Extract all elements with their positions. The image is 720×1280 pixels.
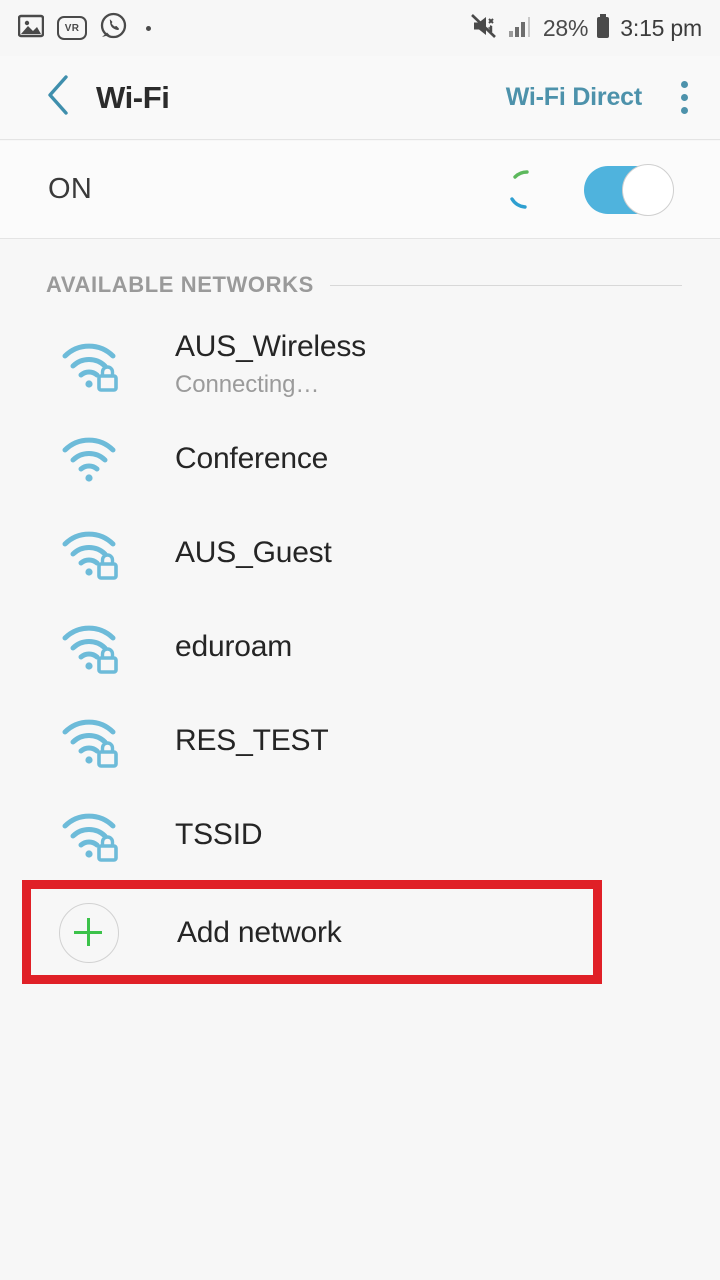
- network-row-aus-guest[interactable]: AUS_Guest: [0, 506, 720, 600]
- image-icon: [17, 14, 45, 43]
- scanning-spinner-icon: [498, 163, 552, 217]
- network-ssid: TSSID: [175, 818, 263, 852]
- overflow-dot-1: [680, 81, 688, 88]
- overflow-dot-2: [680, 94, 688, 101]
- network-text: AUS_Wireless Connecting…: [175, 331, 366, 399]
- back-button[interactable]: [26, 74, 90, 121]
- available-networks-header: AVAILABLE NETWORKS: [0, 272, 720, 298]
- network-text: TSSID: [175, 818, 263, 852]
- network-text: AUS_Guest: [175, 537, 332, 569]
- wifi-signal-lock-icon: [0, 336, 175, 394]
- status-bar-left-icons: VR: [17, 12, 151, 44]
- battery-icon: [595, 13, 611, 44]
- vr-icon: VR: [57, 16, 87, 40]
- network-ssid: Conference: [175, 442, 329, 476]
- wifi-signal-lock-icon: [0, 524, 175, 582]
- wifi-toggle-row[interactable]: ON: [0, 141, 720, 239]
- network-text: eduroam: [175, 631, 292, 663]
- overflow-dot-3: [680, 107, 688, 114]
- overflow-menu-icon[interactable]: [656, 81, 712, 114]
- wifi-direct-button[interactable]: Wi-Fi Direct: [506, 83, 642, 112]
- network-text: Conference: [175, 443, 328, 475]
- plus-circle-icon: [59, 903, 119, 963]
- network-row-res-test[interactable]: RES_TEST: [0, 694, 720, 788]
- wifi-signal-lock-icon: [0, 806, 175, 864]
- mute-icon: [470, 13, 501, 44]
- network-list: AUS_Wireless Connecting… Conference AUS_…: [0, 318, 720, 882]
- network-text: RES_TEST: [175, 724, 329, 758]
- wifi-state-label: ON: [48, 173, 93, 205]
- network-ssid: eduroam: [175, 630, 293, 664]
- add-network-label: Add network: [177, 916, 342, 949]
- network-status: Connecting…: [175, 370, 320, 398]
- cellular-signal-icon: [508, 14, 536, 43]
- wifi-signal-lock-icon: [0, 712, 175, 770]
- network-row-tssid[interactable]: TSSID: [0, 788, 720, 882]
- status-bar-right-icons: 28% 3:15 pm: [470, 13, 702, 44]
- network-ssid: AUS_Guest: [175, 536, 332, 570]
- add-network-row[interactable]: Add network: [0, 886, 720, 980]
- section-divider: [329, 284, 682, 286]
- network-row-eduroam[interactable]: eduroam: [0, 600, 720, 694]
- wifi-signal-lock-icon: [0, 618, 175, 676]
- page-title: Wi-Fi: [96, 79, 170, 115]
- battery-percent-label: 28%: [542, 14, 589, 41]
- back-chevron-icon: [45, 74, 71, 121]
- network-row-aus-wireless[interactable]: AUS_Wireless Connecting…: [0, 318, 720, 412]
- network-ssid: AUS_Wireless: [175, 330, 366, 364]
- network-ssid: RES_TEST: [175, 724, 329, 758]
- wifi-toggle-controls: [498, 163, 674, 217]
- status-bar-clock: 3:15 pm: [620, 14, 702, 41]
- more-notifications-dot: [146, 25, 151, 31]
- wifi-switch-knob: [622, 163, 674, 216]
- whatsapp-icon: [100, 12, 127, 44]
- section-title: AVAILABLE NETWORKS: [46, 272, 314, 297]
- network-row-conference[interactable]: Conference: [0, 412, 720, 506]
- wifi-switch[interactable]: [584, 163, 674, 216]
- wifi-signal-open-icon: [0, 430, 175, 488]
- status-bar: VR 28% 3:15 pm: [0, 0, 720, 56]
- app-bar: Wi-Fi Wi-Fi Direct: [0, 56, 720, 140]
